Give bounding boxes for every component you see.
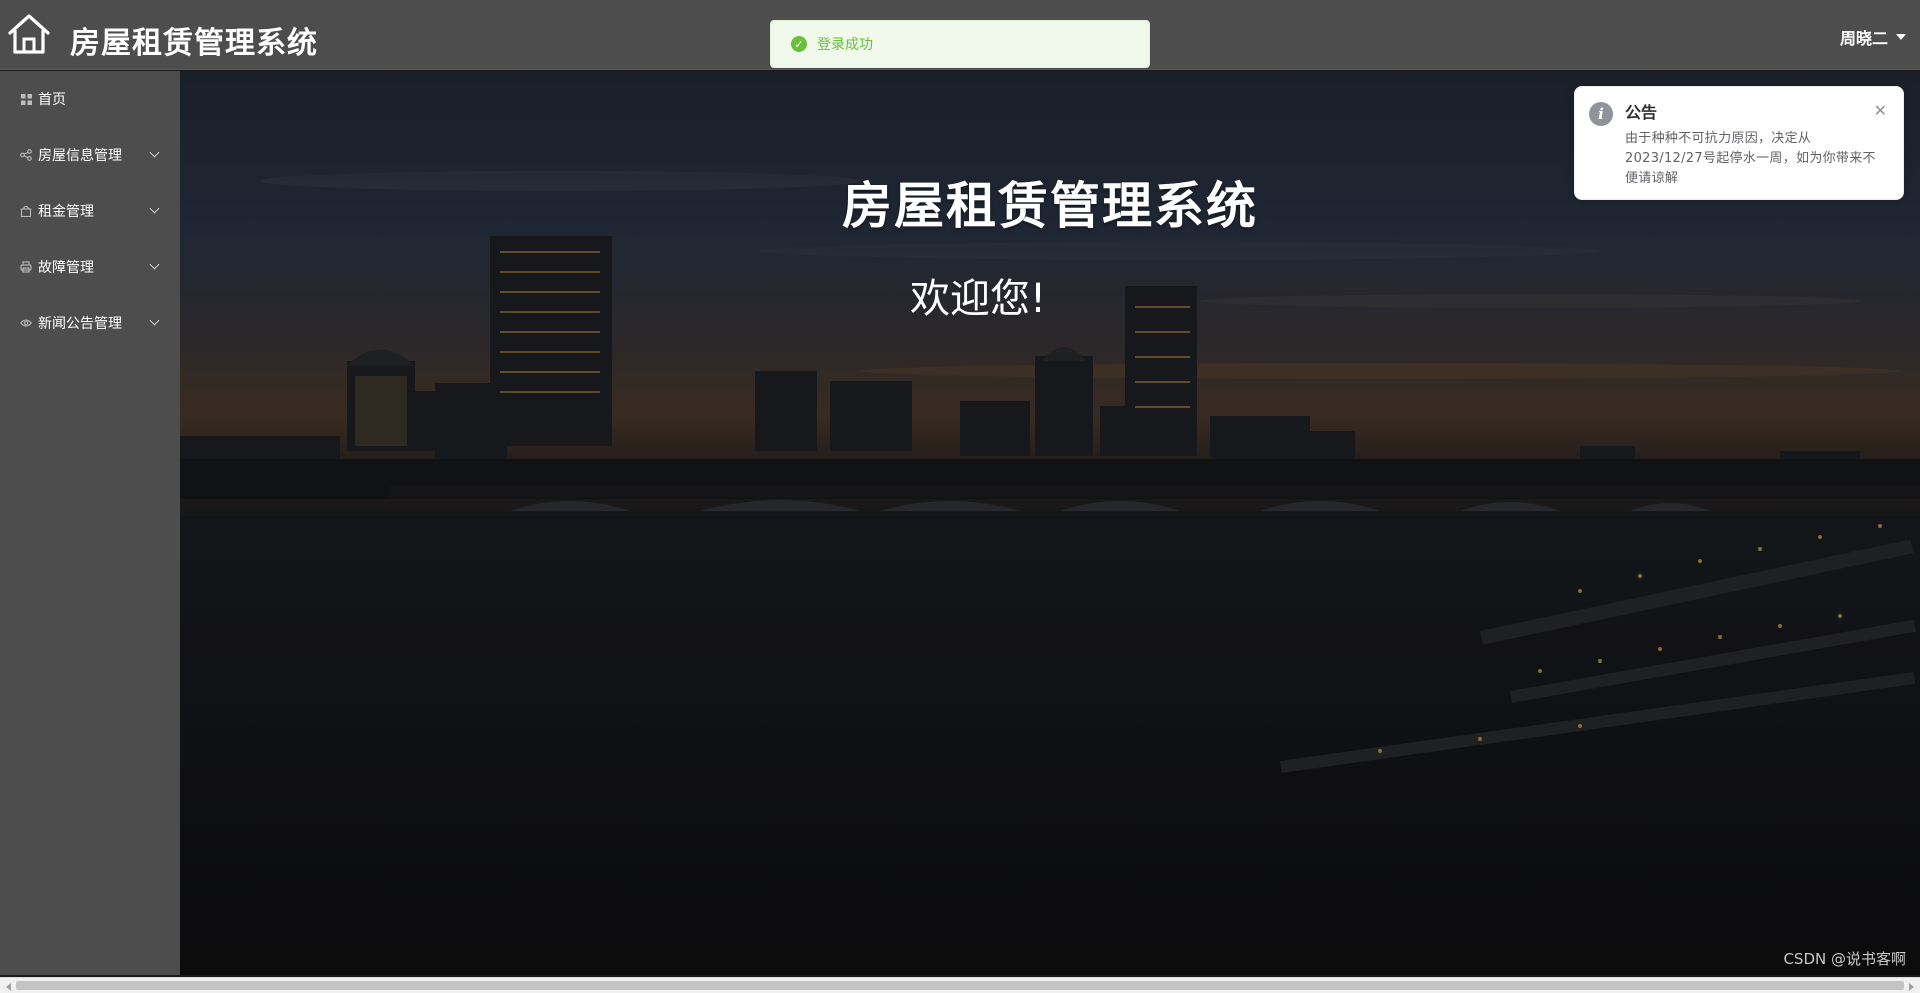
close-icon[interactable]: ✕ — [1874, 101, 1887, 120]
sidebar-menu: 首页 房屋信息管理 租金管理 故障管理 新闻公告管理 — [0, 71, 180, 975]
toast-text: 登录成功 — [817, 37, 873, 53]
sidebar-item-news[interactable]: 新闻公告管理 — [0, 295, 180, 351]
main-content: 房屋租赁管理系统 欢迎您! CSDN @说书客啊 — [180, 71, 1920, 975]
chevron-down-icon[interactable] — [149, 147, 160, 158]
grid-icon — [20, 93, 32, 105]
sidebar-item-label: 租金管理 — [38, 204, 94, 220]
sidebar-item-house-info[interactable]: 房屋信息管理 — [0, 127, 180, 183]
bag-icon — [20, 205, 32, 217]
notification-body: 由于种种不可抗力原因，决定从2023/12/27号起停水一周，如为你带来不便请谅… — [1625, 131, 1876, 186]
welcome-subtitle: 欢迎您! — [909, 276, 1047, 322]
sidebar-item-home[interactable]: 首页 — [0, 71, 180, 127]
notification-title: 公告 — [1625, 103, 1658, 122]
eye-icon — [20, 317, 32, 329]
chevron-down-icon[interactable] — [149, 203, 160, 214]
scroll-right-icon[interactable] — [1909, 983, 1914, 991]
sidebar-item-label: 故障管理 — [38, 260, 94, 276]
printer-icon — [20, 261, 32, 273]
app-title: 房屋租赁管理系统 — [70, 26, 318, 61]
user-menu[interactable]: 周晓二 — [1840, 25, 1906, 49]
watermark: CSDN @说书客啊 — [1783, 950, 1906, 968]
check-circle-icon: ✓ — [791, 36, 807, 52]
horizontal-scrollbar[interactable] — [0, 977, 1920, 993]
chevron-down-icon[interactable] — [149, 315, 160, 326]
user-name[interactable]: 周晓二 — [1840, 25, 1888, 49]
sidebar-item-label: 房屋信息管理 — [38, 148, 122, 164]
share-icon — [20, 149, 32, 161]
caret-down-icon[interactable] — [1896, 34, 1906, 40]
sidebar-item-label: 首页 — [38, 92, 66, 108]
info-icon: i — [1589, 102, 1613, 126]
sidebar-item-rent[interactable]: 租金管理 — [0, 183, 180, 239]
sidebar-item-fault[interactable]: 故障管理 — [0, 239, 180, 295]
chevron-down-icon[interactable] — [149, 259, 160, 270]
login-success-toast: ✓ 登录成功 — [770, 20, 1150, 68]
home-icon[interactable] — [6, 11, 52, 57]
announcement-notification: i 公告 由于种种不可抗力原因，决定从2023/12/27号起停水一周，如为你带… — [1574, 86, 1904, 200]
scrollbar-thumb[interactable] — [16, 981, 1904, 990]
scroll-left-icon[interactable] — [6, 983, 11, 991]
sidebar-item-label: 新闻公告管理 — [38, 316, 122, 332]
